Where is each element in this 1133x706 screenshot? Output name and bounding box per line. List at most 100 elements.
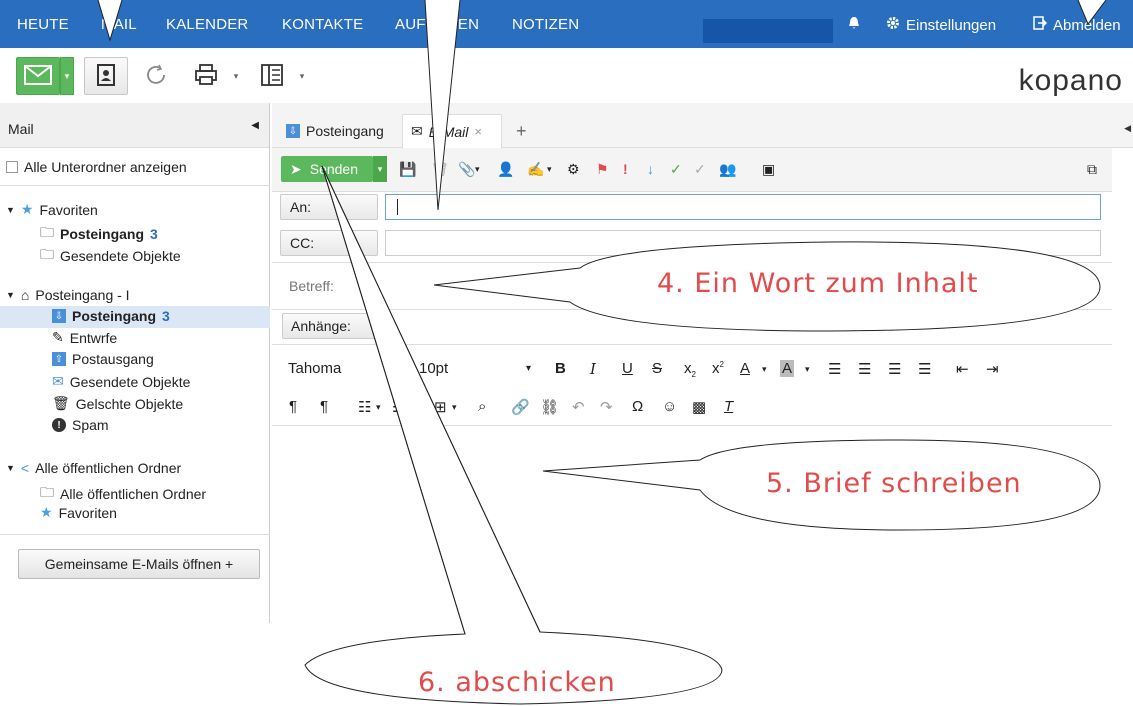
bullet-list-icon[interactable]: ☷ — [358, 398, 371, 416]
special-char-icon[interactable]: Ω — [632, 398, 643, 415]
justify-icon[interactable]: ☰ — [918, 360, 931, 378]
tab-posteingang[interactable]: ⇩ Posteingang — [278, 114, 392, 148]
italic-icon[interactable]: I — [590, 360, 596, 378]
expand-icon[interactable]: ▼ — [6, 205, 15, 215]
signature-dropdown-icon[interactable]: ▾ — [547, 164, 552, 175]
tree-favorites[interactable]: ▼ ★ Favoriten — [6, 201, 98, 218]
expand-icon[interactable]: ▼ — [6, 290, 15, 300]
attach-dropdown-icon[interactable]: ▾ — [475, 164, 480, 175]
tab-email[interactable]: ✉ E-Mail × — [402, 114, 502, 148]
read-receipt-icon[interactable]: ✓ — [694, 161, 706, 178]
image-icon[interactable]: ▩ — [692, 398, 706, 416]
tree-fav-gesendete[interactable]: 🗀 Gesendete Objekte — [40, 244, 181, 268]
nav-aufgaben[interactable]: AUFGABEN — [395, 16, 479, 33]
text-color-dropdown-icon[interactable]: ▾ — [762, 364, 767, 375]
strikethrough-icon[interactable]: S — [652, 360, 662, 377]
attach-icon[interactable]: 📎 — [458, 161, 475, 178]
emoticon-icon[interactable]: ☺ — [662, 398, 677, 415]
layout-dropdown[interactable]: ▾ — [296, 57, 308, 95]
tree-public-all[interactable]: 🗀 Alle öffentlichen Ordner — [40, 482, 206, 506]
delete-icon[interactable]: 🗑 — [431, 161, 449, 178]
indent-icon[interactable]: ⇥ — [986, 360, 999, 378]
collapse-icon[interactable]: ◀ — [251, 120, 259, 131]
numbered-list-dropdown-icon[interactable]: ▾ — [412, 402, 417, 413]
cc-button[interactable]: CC: — [280, 230, 378, 256]
add-tab-icon[interactable]: + — [516, 121, 527, 142]
refresh-button[interactable] — [134, 57, 178, 95]
bold-icon[interactable]: B — [555, 360, 566, 377]
bell-icon[interactable] — [848, 16, 860, 30]
attachments-button[interactable]: Anhänge: ▾ — [282, 313, 392, 339]
layout-button[interactable] — [250, 57, 294, 95]
tree-posteingang[interactable]: ⇩ Posteingang 3 — [52, 308, 170, 324]
checkbox-icon[interactable] — [6, 161, 18, 173]
tree-public-fav[interactable]: ★ Favoriten — [40, 504, 117, 521]
print-button[interactable] — [184, 57, 228, 95]
search-input[interactable] — [703, 19, 833, 43]
address-book-button[interactable] — [84, 57, 128, 95]
align-right-icon[interactable]: ☰ — [888, 360, 901, 378]
find-icon[interactable]: ⌕ — [478, 398, 486, 415]
bg-color-icon[interactable]: A — [780, 360, 795, 377]
table-icon[interactable]: ⊞ — [434, 398, 447, 416]
tree-entwuerfe[interactable]: ✎ Entwrfe — [52, 329, 117, 346]
logout-link[interactable]: Abmelden — [1033, 16, 1121, 34]
link-icon[interactable]: 🔗 — [511, 398, 530, 416]
tree-geloeschte[interactable]: 🗑 Gelschte Objekte — [52, 395, 183, 412]
tree-spam[interactable]: ! Spam — [52, 417, 109, 433]
to-field[interactable] — [385, 194, 1101, 220]
collapse-right-icon[interactable]: ◀ — [1124, 123, 1131, 134]
ltr-icon[interactable]: ¶ — [289, 398, 297, 415]
save-icon[interactable]: 💾 — [399, 161, 416, 178]
new-mail-button[interactable] — [16, 57, 60, 95]
clear-format-icon[interactable]: T — [724, 398, 733, 415]
signature-icon[interactable]: ✍ — [527, 161, 544, 178]
options-gear-icon[interactable]: ⚙ — [567, 161, 580, 178]
text-color-icon[interactable]: A — [740, 360, 750, 377]
subscript-icon[interactable]: x2 — [684, 360, 696, 379]
tree-public[interactable]: ▼ < Alle öffentlichen Ordner — [6, 460, 181, 476]
settings-link[interactable]: Einstellungen — [886, 16, 996, 34]
send-dropdown[interactable]: ▾ — [373, 156, 387, 182]
check-names-icon[interactable]: 👤 — [497, 161, 514, 178]
nav-heute[interactable]: HEUTE — [17, 16, 69, 33]
contacts-icon[interactable]: 👥 — [719, 161, 736, 178]
expand-icon[interactable]: ▼ — [6, 463, 15, 473]
rtl-icon[interactable]: ¶ — [320, 398, 328, 415]
vcard-icon[interactable]: ▣ — [762, 161, 775, 178]
show-subfolders-checkbox[interactable]: Alle Unterordner anzeigen — [6, 159, 187, 175]
outdent-icon[interactable]: ⇤ — [956, 360, 969, 378]
bullet-list-dropdown-icon[interactable]: ▾ — [376, 402, 381, 413]
font-size-dropdown-icon[interactable]: ▾ — [526, 363, 531, 374]
numbered-list-icon[interactable]: ☷ — [392, 398, 405, 416]
flag-icon[interactable]: ⚑ — [596, 161, 609, 178]
close-icon[interactable]: × — [474, 124, 482, 139]
nav-kalender[interactable]: KALENDER — [166, 16, 248, 33]
align-left-icon[interactable]: ☰ — [828, 360, 841, 378]
popout-icon[interactable]: ⧉ — [1087, 161, 1097, 178]
underline-icon[interactable]: U — [622, 360, 633, 377]
superscript-icon[interactable]: x2 — [712, 360, 724, 377]
high-priority-icon[interactable]: ! — [623, 161, 628, 177]
tree-postausgang[interactable]: ⇧ Postausgang — [52, 351, 154, 367]
delivery-receipt-icon[interactable]: ✓ — [670, 161, 682, 178]
table-dropdown-icon[interactable]: ▾ — [452, 402, 457, 413]
undo-icon[interactable]: ↶ — [572, 398, 585, 416]
print-dropdown[interactable]: ▾ — [230, 57, 242, 95]
send-button[interactable]: ➤ Senden — [281, 156, 373, 182]
subject-field[interactable]: Betreff: — [289, 278, 334, 294]
low-priority-icon[interactable]: ↓ — [647, 161, 654, 177]
message-body-editor[interactable] — [272, 426, 1112, 623]
font-family-select[interactable]: Tahoma — [288, 360, 341, 377]
tree-mailbox[interactable]: ▼ ⌂ Posteingang - I — [6, 287, 130, 303]
nav-kontakte[interactable]: KONTAKTE — [282, 16, 363, 33]
new-mail-dropdown[interactable]: ▾ — [60, 57, 74, 95]
cc-field[interactable] — [385, 230, 1101, 256]
nav-notizen[interactable]: NOTIZEN — [512, 16, 579, 33]
open-shared-mails-button[interactable]: Gemeinsame E-Mails öffnen + — [18, 549, 260, 579]
unlink-icon[interactable]: ⛓ — [540, 398, 559, 416]
tree-gesendete[interactable]: ✉ Gesendete Objekte — [52, 373, 190, 390]
font-family-dropdown-icon[interactable]: ▾ — [395, 363, 400, 374]
redo-icon[interactable]: ↷ — [600, 398, 613, 416]
font-size-select[interactable]: 10pt — [419, 360, 448, 377]
